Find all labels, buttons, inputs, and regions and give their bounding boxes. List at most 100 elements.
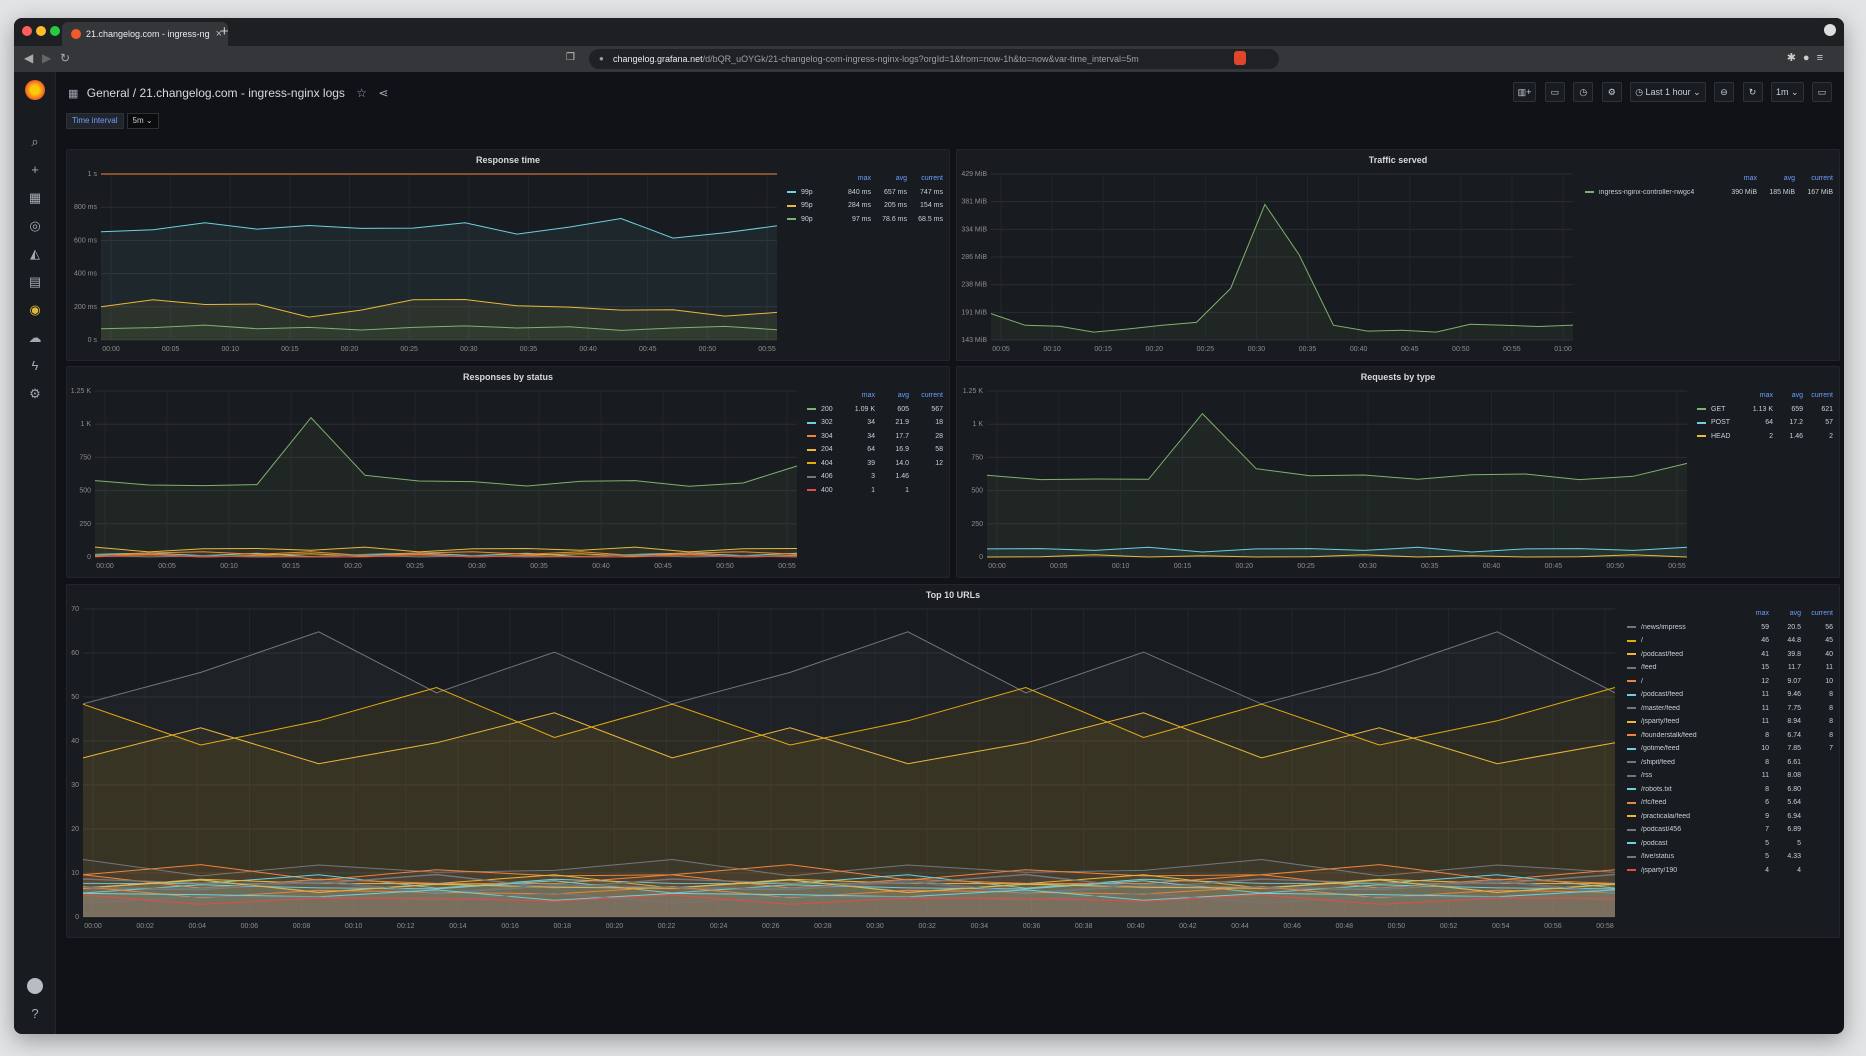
search-icon[interactable]: ⌕ xyxy=(27,134,43,150)
y-tick-label: 1 K xyxy=(80,421,91,428)
back-icon[interactable]: ◀ xyxy=(24,51,33,65)
x-tick-label: 00:50 xyxy=(716,563,734,570)
panel-traffic-served[interactable]: Traffic served 143 MiB 191 MiB 238 MiB 286 … xyxy=(956,149,1840,361)
save-dashboard-icon[interactable]: ▭ xyxy=(1544,82,1565,102)
legend-row: 406 3 1.46 xyxy=(807,470,943,484)
legend-avg: 205 ms xyxy=(884,202,907,210)
tv-mode-icon[interactable]: ▭ xyxy=(1812,82,1832,102)
legend-avg: 21.9 xyxy=(895,419,909,427)
maximize-window-button[interactable] xyxy=(50,26,60,36)
panel-requests-by-type[interactable]: Requests by type 0 250 500 750 1 K 1.25 K 00:0… xyxy=(956,366,1840,578)
browser-tab[interactable]: 21.changelog.com - ingress-ng × xyxy=(62,22,228,46)
address-bar-row: ◀ ▶ ↻ ❒ ● changelog.grafana.net/d/bQR_uO… xyxy=(14,46,1844,72)
x-tick-label: 00:15 xyxy=(1094,346,1112,353)
x-tick-label: 00:05 xyxy=(1050,563,1068,570)
x-tick-label: 00:15 xyxy=(1174,563,1192,570)
legend-swatch xyxy=(807,435,816,438)
reports-icon[interactable]: ▤ xyxy=(27,274,43,290)
x-tick-label: 01:00 xyxy=(1554,346,1572,353)
globe-icon[interactable]: ◉ xyxy=(27,302,43,318)
legend-series-name: /founderstalk/feed xyxy=(1641,731,1697,739)
share-icon[interactable]: ⋖ xyxy=(378,86,388,100)
minimize-window-button[interactable] xyxy=(36,26,46,36)
legend: max avg current/news/impress 59 20.5 56/46 44.… xyxy=(1627,607,1833,877)
panel-response-time[interactable]: Response time 0 s 200 ms 400 ms 600 ms 800 m… xyxy=(66,149,950,361)
add-panel-icon[interactable]: ▥+ xyxy=(1512,82,1537,102)
time-interval-select[interactable]: 5m ⌄ xyxy=(126,113,159,129)
legend-header: max avg current xyxy=(1585,172,1833,186)
legend-avg: 9.46 xyxy=(1787,691,1801,699)
help-icon[interactable]: ? xyxy=(27,1006,43,1022)
x-tick-label: 00:10 xyxy=(222,346,240,353)
legend-max: 46 xyxy=(1761,637,1769,645)
legend-avg: 5 xyxy=(1797,839,1801,847)
alerting-bell-icon[interactable]: ◭ xyxy=(27,246,43,262)
refresh-interval-picker[interactable]: 1m ⌄ xyxy=(1770,82,1804,102)
user-avatar[interactable] xyxy=(27,978,43,994)
panel-responses-by-status[interactable]: Responses by status 0 250 500 750 1 K 1.25 K0… xyxy=(66,366,950,578)
new-tab-icon[interactable]: + xyxy=(220,23,229,40)
forward-icon[interactable]: ▶ xyxy=(42,51,51,65)
url-field[interactable]: ● changelog.grafana.net/d/bQR_uOYGk/21-c… xyxy=(589,49,1279,69)
breadcrumb-folder[interactable]: General xyxy=(87,86,130,100)
dashboard-settings-icon[interactable]: ⚙ xyxy=(1601,82,1622,102)
snapshot-icon[interactable]: ◷ xyxy=(1573,82,1594,102)
legend-swatch xyxy=(807,448,816,451)
lightning-icon[interactable]: ϟ xyxy=(27,358,43,374)
legend-series-name: /practicalai/feed xyxy=(1641,812,1691,820)
tab-bar: 21.changelog.com - ingress-ng × + xyxy=(14,18,1844,46)
bookmark-icon[interactable]: ❒ xyxy=(566,52,575,63)
star-icon[interactable]: ☆ xyxy=(356,86,367,100)
dashboard-title[interactable]: 21.changelog.com - ingress-nginx logs xyxy=(139,86,344,100)
cloud-icon[interactable]: ☁ xyxy=(27,330,43,346)
close-window-button[interactable] xyxy=(22,26,32,36)
legend-avg: 9.07 xyxy=(1787,677,1801,685)
legend-series-name: POST xyxy=(1711,419,1731,427)
legend-avg: 4 xyxy=(1797,866,1801,874)
legend-max: 1 xyxy=(871,486,875,494)
legend-swatch xyxy=(1627,747,1636,750)
legend-avg: 17.7 xyxy=(895,432,909,440)
legend-swatch xyxy=(1627,828,1636,831)
legend-series-name: /live/status xyxy=(1641,853,1675,861)
legend-series-name: /rfc/feed xyxy=(1641,799,1667,807)
legend-max: 8 xyxy=(1765,785,1769,793)
legend-swatch xyxy=(1627,653,1636,656)
y-tick-label: 0 xyxy=(979,554,983,561)
legend-max: 12 xyxy=(1761,677,1769,685)
x-tick-label: 00:05 xyxy=(158,563,176,570)
explore-icon[interactable]: ◎ xyxy=(27,218,43,234)
legend-row: 95p 284 ms 205 ms 154 ms xyxy=(787,199,943,213)
brave-shield-icon[interactable] xyxy=(1234,51,1246,65)
grafana-logo-icon[interactable] xyxy=(25,80,45,100)
x-tick-label: 00:20 xyxy=(341,346,359,353)
settings-gear-icon[interactable]: ⚙ xyxy=(27,386,43,402)
legend-avg: 8.08 xyxy=(1787,772,1801,780)
panel-top-urls[interactable]: Top 10 URLs 0 10 20 30 40 50 60 70 00:00 00:02 00:… xyxy=(66,584,1840,938)
x-tick-label: 00:45 xyxy=(1401,346,1419,353)
extensions-icon[interactable]: ✱●≡ xyxy=(1787,51,1830,64)
legend-header-max: max xyxy=(1755,610,1769,618)
legend-series-name: /shipit/feed xyxy=(1641,758,1675,766)
legend-row: GET 1.13 K 659 621 xyxy=(1697,403,1833,417)
zoom-out-icon[interactable]: ⊖ xyxy=(1714,82,1735,102)
legend-current: 68.5 ms xyxy=(918,215,943,223)
legend-row: 302 34 21.9 18 xyxy=(807,416,943,430)
refresh-icon[interactable]: ↻ xyxy=(1742,82,1763,102)
y-tick-label: 238 MiB xyxy=(961,282,987,289)
create-icon[interactable]: + xyxy=(27,162,43,178)
browser-profile-icon[interactable] xyxy=(1824,24,1836,36)
x-tick-label: 00:50 xyxy=(1388,923,1406,930)
legend-swatch xyxy=(1627,666,1636,669)
dashboards-icon[interactable]: ▦ xyxy=(27,190,43,206)
legend-swatch xyxy=(807,462,816,465)
legend-max: 1.13 K xyxy=(1752,405,1773,413)
legend-max: 2 xyxy=(1769,432,1773,440)
reload-icon[interactable]: ↻ xyxy=(60,51,70,65)
legend-header-current: current xyxy=(921,392,943,400)
time-range-picker[interactable]: ◷ Last 1 hour ⌄ xyxy=(1630,82,1706,102)
legend-max: 11 xyxy=(1761,772,1769,780)
x-tick-label: 00:16 xyxy=(501,923,519,930)
legend-max: 5 xyxy=(1765,839,1769,847)
breadcrumb: ▦ General / 21.changelog.com - ingress-n… xyxy=(68,86,388,100)
